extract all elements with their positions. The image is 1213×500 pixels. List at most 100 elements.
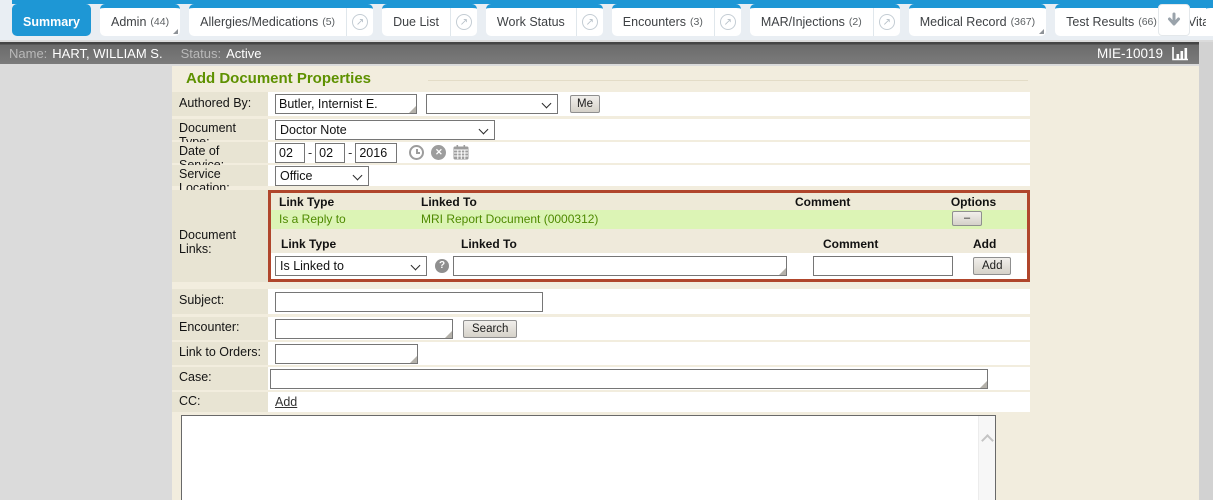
patient-name-label: Name: <box>9 46 47 61</box>
clock-icon[interactable] <box>409 145 424 160</box>
document-links-section: Link Type Linked To Comment Options Is a… <box>268 190 1030 282</box>
document-body-textarea[interactable] <box>182 416 978 500</box>
document-links-label: Document Links: <box>172 190 268 282</box>
document-body-editor <box>181 415 996 500</box>
service-location-row: Service Location: Office <box>172 165 1030 186</box>
authored-by-select[interactable] <box>426 94 558 114</box>
encounter-input[interactable] <box>275 319 453 339</box>
me-button[interactable]: Me <box>570 95 600 113</box>
encounter-row: Encounter: Search <box>172 317 1030 340</box>
link-type-header: Link Type <box>281 237 336 251</box>
link-to-orders-input[interactable] <box>275 344 418 364</box>
tab-encounters: Encounters (3) ↗ <box>612 4 741 36</box>
calendar-icon[interactable] <box>453 145 469 160</box>
tab-count: (5) <box>322 16 335 28</box>
comment-header: Comment <box>795 195 850 209</box>
subject-row: Subject: <box>172 289 1030 314</box>
textarea-scrollbar[interactable] <box>978 416 995 500</box>
tab-bar: Summary Admin (44) Allergies/Medications (… <box>0 0 1213 40</box>
bar-chart-icon[interactable] <box>1171 46 1190 61</box>
case-row: Case: <box>172 367 1030 390</box>
link-to-orders-label: Link to Orders: <box>172 342 268 365</box>
tab-due-list: Due List ↗ <box>382 4 477 36</box>
authored-by-label: Authored By: <box>172 92 268 116</box>
linked-to-input[interactable] <box>453 256 787 276</box>
patient-status-label: Status: <box>181 46 221 61</box>
remove-link-button[interactable]: – <box>952 211 982 226</box>
page-title: Add Document Properties <box>186 70 371 87</box>
date-of-service-row: Date of Service: - - ✕ <box>172 142 1030 163</box>
tab-medical-record[interactable]: Medical Record (367) <box>909 4 1046 36</box>
existing-link-type: Is a Reply to <box>279 212 346 226</box>
tab-count: (3) <box>690 16 703 28</box>
tab-count: (44) <box>150 16 169 28</box>
add-document-properties-form: Add Document Properties Authored By: Me … <box>172 66 1199 500</box>
partial-tab-sliver <box>1206 4 1213 36</box>
popout-icon[interactable]: ↗ <box>576 8 603 36</box>
popout-icon[interactable]: ↗ <box>714 8 741 36</box>
cc-row: CC: Add <box>172 392 1030 412</box>
date-year-input[interactable] <box>355 143 397 163</box>
tab-label: Admin <box>111 15 146 29</box>
date-month-input[interactable] <box>275 143 305 163</box>
document-links-row: Document Links: Link Type Linked To Comm… <box>172 190 1030 282</box>
authored-by-row: Authored By: Me <box>172 92 1030 116</box>
cc-add-link[interactable]: Add <box>275 395 297 409</box>
clear-date-icon[interactable]: ✕ <box>431 145 446 160</box>
chart-id: MIE-10019 <box>1097 46 1163 61</box>
linked-to-header: Linked To <box>421 195 477 209</box>
add-header: Add <box>973 237 996 251</box>
tab-label: Summary <box>23 15 80 29</box>
service-location-select[interactable]: Office <box>275 166 369 186</box>
tab-mar-injections: MAR/Injections (2) ↗ <box>750 4 900 36</box>
existing-link-row: Is a Reply to MRI Report Document (00003… <box>271 210 1027 229</box>
tab-strip: Summary Admin (44) Allergies/Medications (… <box>12 4 1213 36</box>
patient-status: Active <box>226 46 261 61</box>
scroll-down-icon <box>1165 11 1183 29</box>
existing-links-header: Link Type Linked To Comment Options <box>271 193 1027 210</box>
tab-label: MAR/Injections <box>761 15 845 29</box>
comment-input[interactable] <box>813 256 953 276</box>
subject-input[interactable] <box>275 292 543 312</box>
tab-work-status: Work Status ↗ <box>486 4 603 36</box>
tab-admin[interactable]: Admin (44) <box>100 4 180 36</box>
tab-label: Due List <box>393 15 439 29</box>
tab-count: (367) <box>1011 16 1036 28</box>
tab-count: (66) <box>1138 16 1157 28</box>
link-to-orders-row: Link to Orders: <box>172 342 1030 365</box>
right-scroll-gutter[interactable] <box>1199 42 1213 500</box>
subject-label: Subject: <box>172 289 268 314</box>
popout-icon[interactable]: ↗ <box>450 8 477 36</box>
scroll-up-icon[interactable] <box>981 434 994 447</box>
authored-by-input[interactable] <box>275 94 417 114</box>
encounter-label: Encounter: <box>172 317 268 340</box>
cc-label: CC: <box>172 392 268 412</box>
patient-name: HART, WILLIAM S. <box>52 46 162 61</box>
patient-bar: Name: HART, WILLIAM S. Status: Active MI… <box>0 42 1199 64</box>
popout-icon[interactable]: ↗ <box>873 8 900 36</box>
existing-linked-to: MRI Report Document (0000312) <box>421 212 598 226</box>
tab-count: (2) <box>849 16 862 28</box>
case-label: Case: <box>172 367 268 390</box>
options-header: Options <box>926 195 1021 209</box>
document-type-row: Document Type: Doctor Note <box>172 119 1030 140</box>
comment-header: Comment <box>823 237 878 251</box>
help-icon[interactable]: ? <box>435 259 449 273</box>
tab-label: Encounters <box>623 15 686 29</box>
encounter-search-button[interactable]: Search <box>463 320 517 338</box>
popout-icon[interactable]: ↗ <box>346 8 373 36</box>
tab-summary[interactable]: Summary <box>12 4 91 36</box>
new-link-type-select[interactable]: Is Linked to <box>275 256 427 276</box>
document-type-label: Document Type: <box>172 119 268 140</box>
service-location-label: Service Location: <box>172 165 268 186</box>
date-day-input[interactable] <box>315 143 345 163</box>
document-type-select[interactable]: Doctor Note <box>275 120 495 140</box>
tab-test-results[interactable]: Test Results(66) <box>1055 4 1168 36</box>
tab-label: Allergies/Medications <box>200 15 318 29</box>
tab-label: Medical Record <box>920 15 1007 29</box>
link-type-header: Link Type <box>279 195 334 209</box>
case-input[interactable] <box>270 369 988 389</box>
tabs-scroll-down-button[interactable] <box>1158 4 1190 36</box>
add-link-button[interactable]: Add <box>973 257 1011 275</box>
tab-allergies-medications: Allergies/Medications (5) ↗ <box>189 4 373 36</box>
